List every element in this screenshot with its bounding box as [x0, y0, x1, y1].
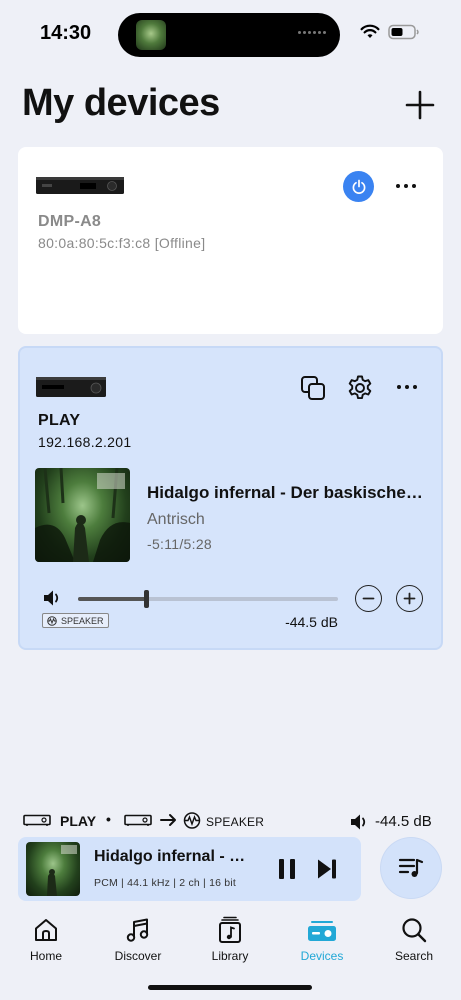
pause-button[interactable]: [276, 858, 298, 880]
tab-label: Discover: [114, 949, 162, 963]
audio-format: PCM | 44.1 kHz | 2 ch | 16 bit: [94, 877, 236, 889]
island-visualizer: [298, 31, 326, 34]
mini-album-art-figure: [47, 845, 77, 896]
tab-library[interactable]: Library: [190, 912, 270, 963]
power-button[interactable]: [343, 171, 374, 202]
mini-player[interactable]: Hidalgo infernal - Der baskischen Hexenv…: [18, 837, 361, 901]
device-address: 80:0a:80:5c:f3:c8 [Offline]: [38, 235, 206, 251]
tab-label: Devices: [300, 949, 344, 963]
home-indicator[interactable]: [148, 985, 312, 990]
more-options-button[interactable]: [394, 174, 418, 198]
wifi-icon: [360, 24, 380, 38]
album-art-figure: [35, 468, 130, 562]
route-device-name: PLAY: [60, 813, 97, 829]
device-card-active[interactable]: PLAY 192.168.2.201 Hidalgo infernal - De…: [18, 346, 443, 650]
tab-home[interactable]: Home: [6, 912, 86, 963]
volume-handle[interactable]: [143, 590, 149, 608]
tab-label: Library: [211, 949, 249, 963]
device-outline-icon: [23, 814, 51, 826]
search-icon: [402, 918, 427, 943]
volume-slider[interactable]: [78, 590, 338, 608]
device-card-offline[interactable]: DMP-A8 80:0a:80:5c:f3:c8 [Offline]: [18, 147, 443, 334]
track-time: -5:11/5:28: [147, 536, 213, 552]
route-output-label: SPEAKER: [206, 815, 265, 829]
more-dot-icon: [397, 385, 401, 389]
output-label: SPEAKER: [61, 615, 104, 626]
status-time: 14:30: [40, 22, 92, 44]
island-album-art: [136, 20, 166, 50]
devices-icon: [308, 921, 336, 941]
speaker-output-icon: [183, 812, 201, 829]
device-image: [36, 177, 124, 194]
settings-gear-icon[interactable]: [346, 374, 374, 402]
battery-icon: [388, 24, 419, 40]
volume-down-button[interactable]: [355, 585, 382, 612]
next-track-button[interactable]: [316, 858, 338, 880]
device-image: [36, 377, 106, 397]
tab-search[interactable]: Search: [374, 912, 454, 963]
mini-track-title: Hidalgo infernal - Der baskischen Hexenv…: [94, 848, 254, 865]
add-device-button[interactable]: [404, 89, 436, 121]
more-options-button[interactable]: [395, 375, 419, 399]
library-icon: [219, 916, 241, 943]
home-icon: [35, 919, 57, 941]
device-name: DMP-A8: [38, 213, 102, 230]
device-address: 192.168.2.201: [38, 434, 132, 450]
tab-label: Home: [29, 949, 62, 963]
tab-label: Search: [394, 949, 434, 963]
album-art[interactable]: [35, 468, 130, 562]
mini-album-art: [26, 842, 80, 896]
status-bar: 14:30: [0, 0, 461, 70]
queue-button[interactable]: [381, 838, 441, 898]
route-bar[interactable]: PLAY • SPEAKER -44.5 dB: [0, 805, 461, 837]
route-volume: -44.5 dB: [375, 813, 432, 830]
tab-devices[interactable]: Devices: [282, 912, 362, 963]
track-artist: Antrisch: [147, 511, 205, 528]
speaker-output-icon: [47, 615, 57, 626]
track-title: Hidalgo infernal - Der baskischen Hexenv…: [147, 483, 432, 502]
more-dot-icon: [396, 184, 400, 188]
volume-fill: [78, 597, 146, 601]
queue-icon: [398, 858, 424, 877]
tab-discover[interactable]: Discover: [98, 912, 178, 963]
minus-icon: [362, 597, 375, 600]
music-note-icon: [126, 918, 149, 942]
arrow-right-icon: [160, 814, 176, 826]
power-icon: [352, 179, 365, 194]
plus-icon: [403, 592, 416, 605]
volume-up-button[interactable]: [396, 585, 423, 612]
volume-db: -44.5 dB: [285, 614, 338, 630]
speaker-volume-icon[interactable]: [42, 588, 64, 608]
tab-bar: Home Discover Library Devices Search: [0, 912, 461, 972]
volume-icon: [351, 814, 366, 830]
dynamic-island[interactable]: [118, 13, 340, 57]
page-title: My devices: [22, 82, 220, 124]
route-separator: •: [106, 811, 111, 827]
output-badge: SPEAKER: [42, 613, 109, 628]
device-outline-icon: [124, 814, 152, 826]
device-name: PLAY: [38, 412, 81, 429]
group-devices-button[interactable]: [299, 374, 327, 402]
